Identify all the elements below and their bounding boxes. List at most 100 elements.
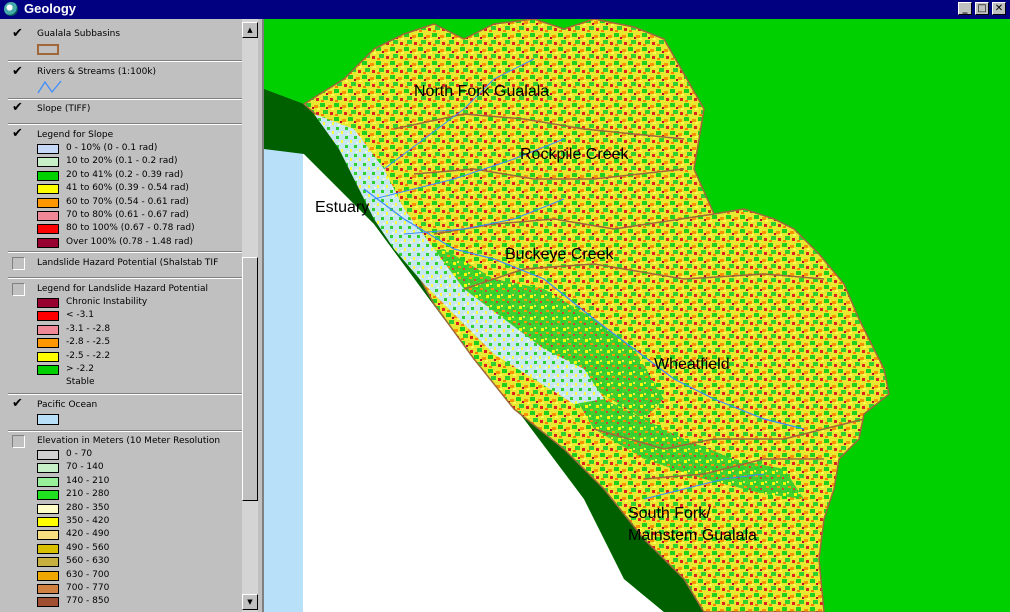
- slope-class-swatch: [37, 144, 59, 154]
- landslide-class-swatch: [37, 324, 59, 335]
- elevation-class-swatch: [37, 597, 59, 608]
- layer-landslide-hazard[interactable]: Landslide Hazard Potential (Shalstab TIF: [0, 255, 242, 275]
- elevation-class-label: 770 - 850: [66, 596, 110, 607]
- layer-elevation[interactable]: Elevation in Meters (10 Meter Resolution…: [0, 433, 242, 612]
- layer-visibility-checkbox[interactable]: [12, 26, 25, 42]
- scroll-thumb[interactable]: [242, 257, 258, 501]
- elevation-class-swatch: [37, 463, 59, 474]
- layer-name: Slope (TIFF): [37, 104, 91, 114]
- elevation-class-swatch: [37, 476, 59, 487]
- layer-separator: [8, 251, 242, 253]
- layer-pacific-ocean[interactable]: Pacific Ocean: [0, 396, 242, 427]
- map-label-buckeye-creek: Buckeye Creek: [505, 246, 614, 263]
- map-label-south-fork: South Fork/: [628, 505, 711, 522]
- layer-gualala-subbasins[interactable]: Gualala Subbasins: [0, 26, 242, 57]
- landslide-class-swatch: [37, 351, 59, 362]
- landslide-class-label: -3.1 - -2.8: [66, 323, 111, 334]
- elevation-class-swatch: [37, 543, 59, 554]
- layer-name: Rivers & Streams (1:100k): [37, 67, 157, 77]
- table-of-contents: Gualala Subbasins Rivers & Streams (1:10…: [0, 19, 258, 612]
- app-globe-icon[interactable]: [4, 2, 18, 16]
- layer-name: Gualala Subbasins: [37, 29, 121, 39]
- landslide-class-swatch: [37, 298, 59, 308]
- elevation-class-label: 350 - 420: [66, 516, 110, 526]
- elevation-class-swatch: [37, 570, 59, 581]
- slope-class-label: 60 to 70% (0.54 - 0.61 rad): [66, 196, 189, 207]
- elevation-class-swatch: [37, 557, 59, 568]
- layer-separator: [8, 277, 242, 279]
- elevation-class-swatch: [37, 450, 59, 460]
- maximize-button[interactable]: □: [975, 2, 989, 15]
- elevation-class-swatch: [37, 503, 59, 514]
- landslide-class-label: Chronic Instability: [66, 297, 148, 307]
- elevation-class-label: 700 - 770: [66, 583, 110, 593]
- layer-name: Pacific Ocean: [37, 400, 98, 410]
- slope-class-label: 41 to 60% (0.39 - 0.54 rad): [66, 183, 189, 194]
- layer-name: Legend for Landslide Hazard Potential: [37, 284, 208, 294]
- polygon-symbol-swatch: [37, 414, 59, 425]
- elevation-class-label: 140 - 210: [66, 475, 110, 486]
- layer-visibility-checkbox[interactable]: [12, 64, 25, 80]
- slope-class-label: 80 to 100% (0.67 - 0.78 rad): [66, 223, 195, 234]
- slope-class-label: 10 to 20% (0.1 - 0.2 rad): [66, 156, 178, 167]
- landslide-class-label: -2.5 - -2.2: [66, 350, 111, 361]
- landslide-class-swatch: [37, 311, 59, 322]
- slope-class-swatch: [37, 197, 59, 208]
- landslide-class-swatch: [37, 365, 59, 375]
- layer-visibility-checkbox[interactable]: [12, 396, 25, 412]
- landslide-class-label: > -2.2: [66, 364, 94, 374]
- elevation-class-label: 70 - 140: [66, 462, 104, 473]
- slope-class-swatch: [37, 157, 59, 168]
- minimize-button[interactable]: _: [958, 2, 972, 15]
- polygon-symbol-swatch: [37, 44, 59, 55]
- elevation-class-label: 280 - 350: [66, 502, 110, 513]
- layer-name: Legend for Slope: [37, 130, 114, 140]
- line-symbol-icon: [37, 80, 62, 94]
- scroll-down-arrow-icon[interactable]: ▼: [242, 594, 258, 610]
- slope-class-swatch: [37, 211, 59, 221]
- pacific-ocean-area: [264, 149, 303, 612]
- landslide-class-swatch: [37, 338, 59, 349]
- layer-visibility-checkbox[interactable]: [12, 126, 25, 142]
- slope-class-swatch: [37, 170, 59, 181]
- layer-name: Landslide Hazard Potential (Shalstab TIF: [37, 258, 219, 268]
- map-label-mainstem-gualala: Mainstem Gualala: [628, 527, 757, 544]
- map-label-rockpile-creek: Rockpile Creek: [520, 146, 629, 163]
- elevation-class-swatch: [37, 530, 59, 541]
- layer-rivers-streams[interactable]: Rivers & Streams (1:100k): [0, 64, 242, 97]
- layer-visibility-checkbox[interactable]: [12, 435, 25, 448]
- map-label-wheatfield: Wheatfield: [654, 356, 730, 373]
- slope-class-label: Over 100% (0.78 - 1.48 rad): [66, 236, 193, 247]
- map-view[interactable]: North Fork Gualala Rockpile Creek Estuar…: [262, 19, 1010, 612]
- elevation-class-label: 420 - 490: [66, 529, 110, 540]
- landslide-class-label: < -3.1: [66, 310, 94, 321]
- layer-visibility-checkbox[interactable]: [12, 283, 25, 296]
- layer-slope-tiff[interactable]: Slope (TIFF): [0, 100, 242, 121]
- layer-separator: [8, 430, 242, 432]
- map-label-estuary: Estuary: [315, 199, 370, 216]
- elevation-class-swatch: [37, 517, 59, 527]
- layer-visibility-checkbox[interactable]: [12, 100, 25, 116]
- elevation-class-label: 560 - 630: [66, 556, 110, 567]
- layer-legend-landslide[interactable]: Legend for Landslide Hazard Potential Ch…: [0, 281, 242, 389]
- layer-name: Elevation in Meters (10 Meter Resolution: [37, 436, 221, 446]
- elevation-class-label: 490 - 560: [66, 542, 110, 553]
- title-bar: Geology _ □ ✕: [0, 0, 1010, 19]
- map-label-north-fork-gualala: North Fork Gualala: [414, 83, 550, 100]
- layer-legend-for-slope[interactable]: Legend for Slope 0 - 10% (0 - 0.1 rad) 10…: [0, 126, 242, 253]
- layer-visibility-checkbox[interactable]: [12, 257, 25, 270]
- elevation-class-swatch: [37, 490, 59, 501]
- elevation-class-label: 0 - 70: [66, 449, 93, 459]
- elevation-class-swatch: [37, 584, 59, 594]
- layer-separator: [8, 98, 242, 100]
- slope-class-swatch: [37, 184, 59, 195]
- window-title: Geology: [24, 1, 77, 16]
- layer-separator: [8, 393, 242, 395]
- toc-scrollbar[interactable]: ▲ ▼: [242, 19, 258, 612]
- landslide-class-label: -2.8 - -2.5: [66, 337, 111, 348]
- landslide-class-label: Stable: [66, 377, 95, 388]
- slope-class-label: 20 to 41% (0.2 - 0.39 rad): [66, 169, 184, 180]
- close-button[interactable]: ✕: [992, 2, 1006, 15]
- scroll-up-arrow-icon[interactable]: ▲: [242, 22, 258, 38]
- elevation-class-label: 210 - 280: [66, 489, 110, 500]
